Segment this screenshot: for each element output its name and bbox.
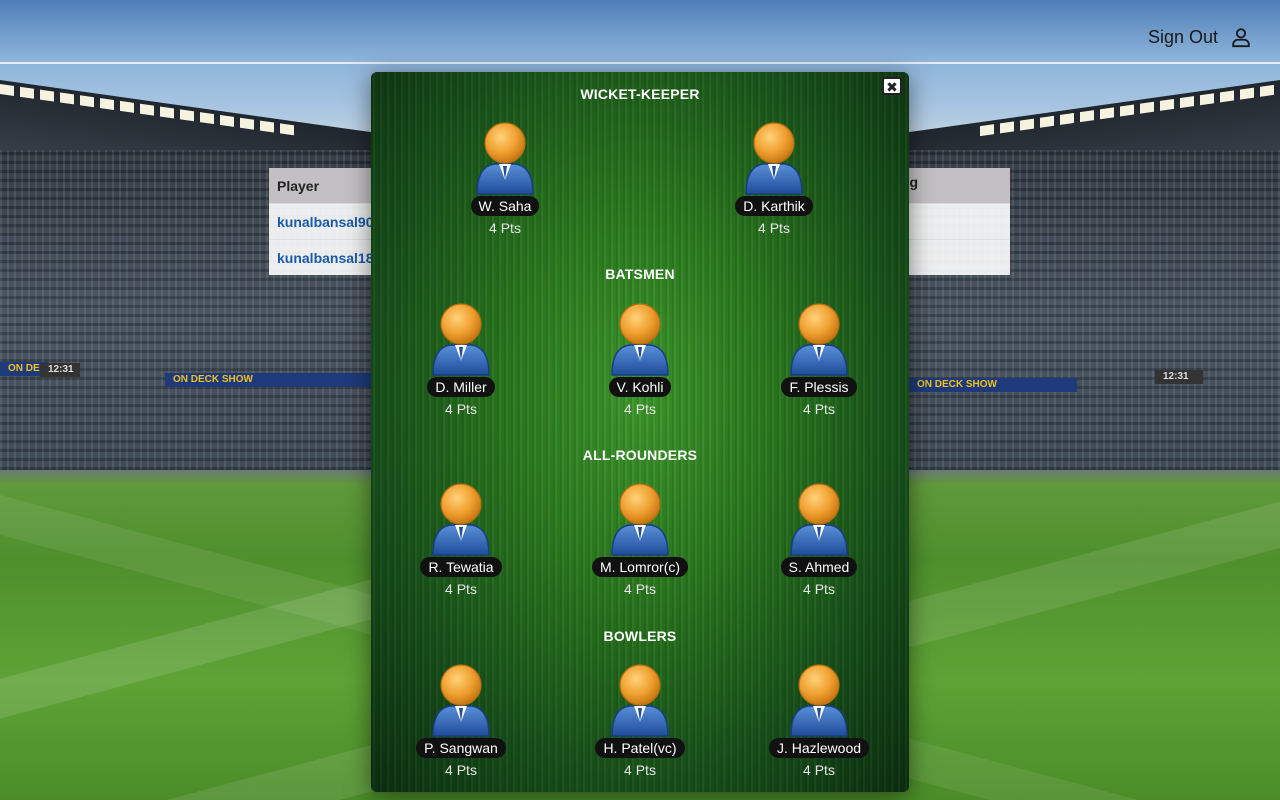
player-card[interactable]: S. Ahmed 4 Pts xyxy=(749,483,889,597)
stadium-banner: ON DECK SHOW xyxy=(165,373,378,387)
column-header-partial: g xyxy=(909,174,918,190)
player-points: 4 Pts xyxy=(624,762,656,778)
player-link[interactable]: kunalbansal18 xyxy=(269,250,374,266)
player-card[interactable]: M. Lomror(c) 4 Pts xyxy=(570,483,710,597)
player-points: 4 Pts xyxy=(803,401,835,417)
header-actions: Sign Out xyxy=(1148,26,1252,48)
player-avatar-icon xyxy=(790,303,848,376)
sign-out-link[interactable]: Sign Out xyxy=(1148,27,1218,48)
player-name: S. Ahmed xyxy=(780,557,858,577)
scoreboard-clock: 12:31 xyxy=(40,363,80,377)
section-title-batsmen: BATSMEN xyxy=(605,266,675,282)
player-card[interactable]: D. Karthik 4 Pts xyxy=(704,122,844,236)
stadium-banner: ON DECK SHOW xyxy=(909,378,1077,392)
team-preview-modal: ✖ WICKET-KEEPER BATSMEN ALL-ROUNDERS BOW… xyxy=(371,72,909,792)
player-name: D. Miller xyxy=(427,377,495,397)
player-name: V. Kohli xyxy=(608,377,672,397)
player-card[interactable]: J. Hazlewood 4 Pts xyxy=(749,664,889,778)
player-name: F. Plessis xyxy=(781,377,857,397)
player-card[interactable]: H. Patel(vc) 4 Pts xyxy=(570,664,710,778)
player-points: 4 Pts xyxy=(445,762,477,778)
player-link[interactable]: kunalbansal90 xyxy=(269,214,374,230)
section-title-bowlers: BOWLERS xyxy=(603,628,677,644)
section-title-wicket-keeper: WICKET-KEEPER xyxy=(580,86,700,102)
player-card[interactable]: D. Miller 4 Pts xyxy=(391,303,531,417)
column-header-player: Player xyxy=(277,177,320,194)
player-points: 4 Pts xyxy=(445,581,477,597)
player-avatar-icon xyxy=(611,664,669,737)
player-points: 4 Pts xyxy=(624,581,656,597)
player-points: 4 Pts xyxy=(445,401,477,417)
player-card[interactable]: V. Kohli 4 Pts xyxy=(570,303,710,417)
scoreboard-clock: 12:31 xyxy=(1155,370,1203,384)
player-name: M. Lomror(c) xyxy=(591,557,689,577)
player-name: H. Patel(vc) xyxy=(595,738,685,758)
player-points: 4 Pts xyxy=(758,220,790,236)
player-points: 4 Pts xyxy=(803,581,835,597)
player-name: W. Saha xyxy=(470,196,540,216)
player-card[interactable]: P. Sangwan 4 Pts xyxy=(391,664,531,778)
player-name: J. Hazlewood xyxy=(768,738,870,758)
player-points: 4 Pts xyxy=(624,401,656,417)
player-avatar-icon xyxy=(432,664,490,737)
player-avatar-icon xyxy=(790,664,848,737)
header-divider xyxy=(0,62,1280,64)
player-points: 4 Pts xyxy=(489,220,521,236)
player-avatar-icon xyxy=(432,483,490,556)
player-avatar-icon xyxy=(745,122,803,195)
player-name: R. Tewatia xyxy=(420,557,502,577)
player-avatar-icon xyxy=(476,122,534,195)
player-name: D. Karthik xyxy=(735,196,813,216)
player-avatar-icon xyxy=(611,303,669,376)
player-avatar-icon xyxy=(790,483,848,556)
player-card[interactable]: R. Tewatia 4 Pts xyxy=(391,483,531,597)
player-card[interactable]: W. Saha 4 Pts xyxy=(435,122,575,236)
user-icon[interactable] xyxy=(1230,26,1252,48)
player-card[interactable]: F. Plessis 4 Pts xyxy=(749,303,889,417)
player-avatar-icon xyxy=(432,303,490,376)
player-avatar-icon xyxy=(611,483,669,556)
section-title-all-rounders: ALL-ROUNDERS xyxy=(582,447,698,463)
player-points: 4 Pts xyxy=(803,762,835,778)
player-name: P. Sangwan xyxy=(416,738,506,758)
